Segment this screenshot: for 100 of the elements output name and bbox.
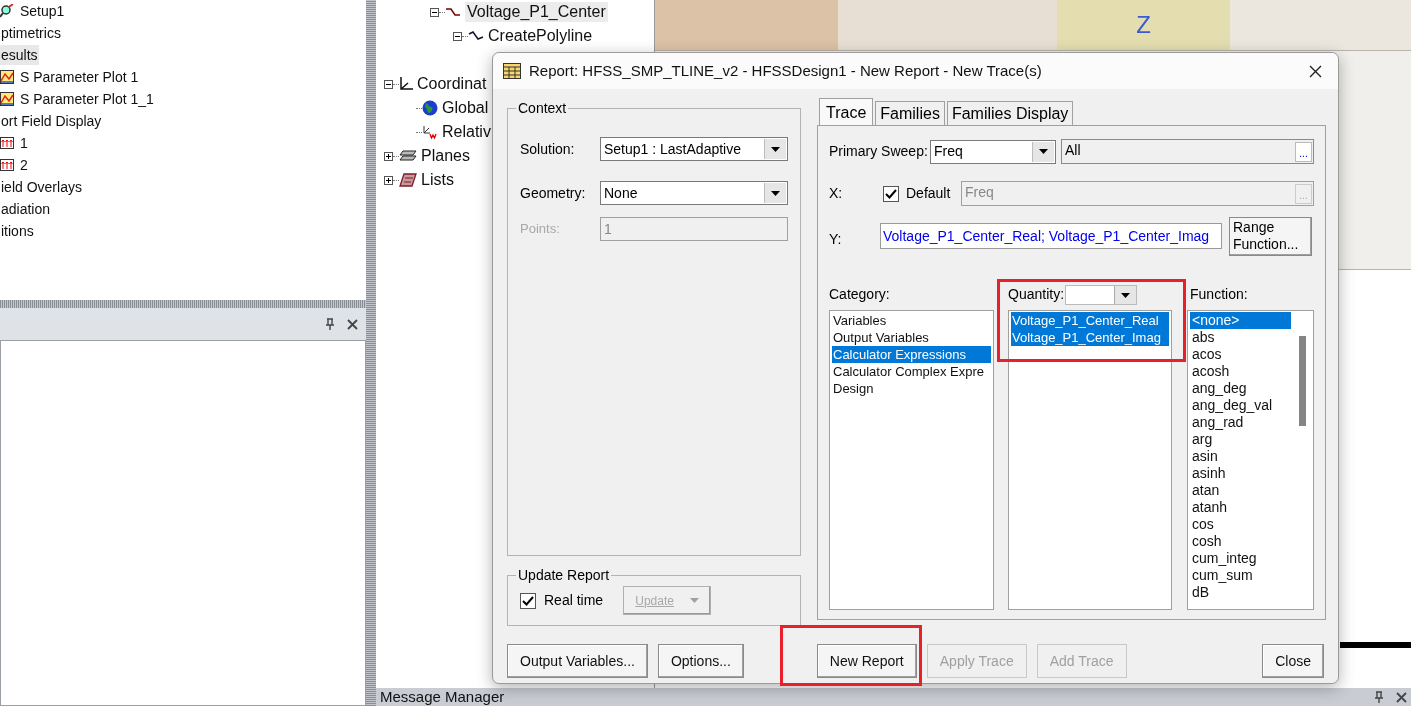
polyline-icon [468,31,484,41]
collapse-icon[interactable] [384,79,393,89]
list-item[interactable]: Voltage_P1_Center_Real [1011,312,1169,329]
list-item[interactable]: acos [1190,346,1291,363]
input-field[interactable]: All ... [1061,139,1314,164]
list-label: Quantity: [1008,285,1065,304]
plot-icon [0,92,14,106]
field-label: Primary Sweep: [829,142,926,161]
list-item[interactable]: dB [1190,584,1291,601]
planes-icon [399,150,417,162]
tab[interactable]: Families [875,101,945,125]
list-label: Category: [829,285,891,304]
close-icon[interactable] [1309,64,1322,78]
range-function-button[interactable]: Range Function... [1229,216,1312,256]
tree-item[interactable]: CreatePolyline [488,26,593,46]
dropdown[interactable]: None [600,181,788,205]
close-icon[interactable] [1396,691,1407,703]
magnifier-icon [0,4,14,18]
button[interactable]: Close [1262,644,1324,678]
field-label: Points: [520,220,561,239]
list-item[interactable]: Voltage_P1_Center_Imag [1011,329,1169,346]
list-item[interactable]: Calculator Complex Expre [832,363,991,380]
window-title: Report: HFSS_SMP_TLINE_v2 - HFSSDesign1 - New Report - New Trace(s) [529,60,1042,81]
caret-icon [690,598,699,603]
axes-icon [399,77,413,91]
list-item[interactable]: asinh [1190,465,1291,482]
panel-title: Message Manager [380,688,505,706]
list-item[interactable]: Output Variables [832,329,991,346]
globe-icon [422,100,438,116]
tree-item[interactable]: itions [0,221,35,241]
polyline-icon [445,7,461,17]
lists-icon [399,173,417,187]
list-item[interactable]: asin [1190,448,1291,465]
checkbox[interactable] [520,592,536,609]
list-label: Function: [1190,285,1248,304]
list-item[interactable]: acosh [1190,363,1291,380]
coordinate-icon [422,125,438,139]
list-item[interactable]: cum_integ [1190,550,1291,567]
tree-item[interactable]: adiation [0,199,52,219]
tree-item[interactable]: ort Field Display [0,111,103,131]
tree-item[interactable]: ptimetrics [0,23,62,43]
caret-icon [771,146,780,152]
caret-icon [1121,292,1131,298]
tree-item[interactable]: esults [0,45,39,65]
tree-item[interactable]: Lists [421,170,454,190]
pin-icon[interactable] [325,318,335,330]
tab[interactable]: Trace [819,98,874,125]
axis-label: Z [1136,10,1151,40]
field-label: Y: [829,229,843,249]
field-label: X: [829,184,844,203]
scrollbar-thumb[interactable] [1299,336,1306,426]
button[interactable]: New Report [816,644,917,678]
list-item[interactable]: atanh [1190,499,1291,516]
tree-item[interactable]: S Parameter Plot 1_1 [19,89,155,109]
group-label: Context [517,99,568,118]
checkbox-label: Default [906,184,952,203]
browse-button[interactable]: ... [1295,142,1312,162]
input-field[interactable]: Voltage_P1_Center_Real; Voltage_P1_Center_Imag [880,223,1222,249]
button[interactable]: Options... [657,644,744,678]
checkbox-label: Real time [544,591,604,610]
tree-item[interactable]: Coordinat [417,74,487,94]
tree-item[interactable]: 1 [19,133,29,153]
list-item[interactable]: Design [832,380,991,397]
expand-icon[interactable] [384,151,393,161]
field-label: Solution: [520,139,576,159]
tree-item[interactable]: ield Overlays [0,177,83,197]
list-item[interactable]: arg [1190,431,1291,448]
tree-item[interactable]: Planes [421,146,470,166]
caret-icon [1039,149,1048,154]
dropdown[interactable]: Setup1 : LastAdaptive [600,137,788,161]
tree-item[interactable]: Relativ [442,122,491,142]
list-item[interactable]: cos [1190,516,1291,533]
list-item[interactable]: cum_sum [1190,567,1291,584]
list-item[interactable]: Calculator Expressions [832,346,991,363]
list-item[interactable]: <none> [1190,312,1291,329]
list-item[interactable]: cosh [1190,533,1291,550]
tree-item[interactable]: Setup1 [19,1,66,21]
tree-item[interactable]: S Parameter Plot 1 [19,67,140,87]
list-item[interactable]: ang_rad [1190,414,1291,431]
tree-item[interactable]: 2 [19,155,29,175]
pin-icon[interactable] [1374,691,1384,703]
group-label: Update Report [517,566,611,585]
list-item[interactable]: ang_deg_val [1190,397,1291,414]
tab[interactable]: Families Display [946,101,1074,125]
field-label: Geometry: [520,183,587,203]
plot-icon [0,70,14,84]
button[interactable]: Output Variables... [507,644,648,678]
tree-item[interactable]: Voltage_P1_Center [465,2,608,22]
list-item[interactable]: abs [1190,329,1291,346]
list-item[interactable]: atan [1190,482,1291,499]
close-icon[interactable] [347,318,358,330]
collapse-icon[interactable] [430,7,439,17]
table-icon [503,63,521,79]
tree-item[interactable]: Global [442,98,489,118]
list-item[interactable]: Variables [832,312,991,329]
expand-icon[interactable] [384,175,393,185]
list-item[interactable]: ang_deg [1190,380,1291,397]
caret-icon [771,190,780,196]
dropdown[interactable]: Freq [930,139,1056,164]
collapse-icon[interactable] [453,31,462,41]
